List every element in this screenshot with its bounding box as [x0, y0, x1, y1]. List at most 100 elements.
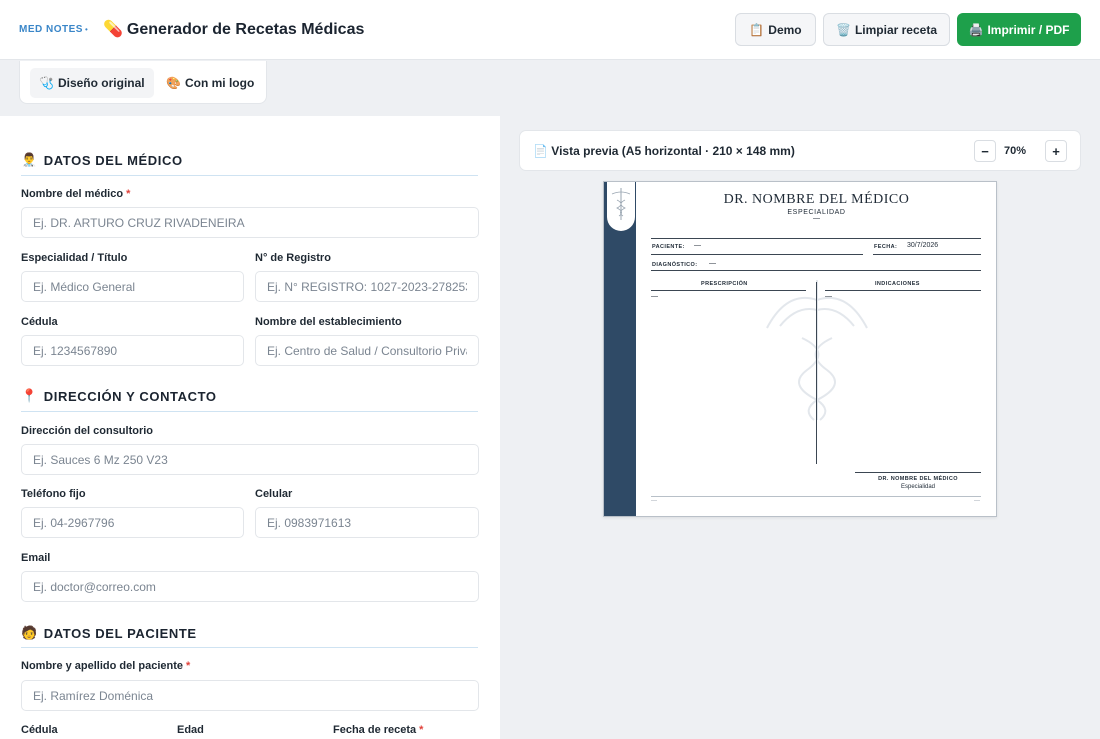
clipboard-icon: 📋: [749, 22, 765, 37]
establishment-label: Nombre del establecimiento: [255, 316, 402, 328]
caduceus-watermark-icon: [766, 280, 868, 421]
patient-name-label-text: Nombre y apellido del paciente: [21, 660, 183, 672]
sheet-header-dash: —: [813, 215, 820, 222]
sheet-prescription-label: PRESCRIPCIÓN: [701, 281, 748, 287]
patient-name-label: Nombre y apellido del paciente *: [21, 660, 190, 672]
required-marker: *: [419, 724, 424, 736]
doctor-section-label: DATOS DEL MÉDICO: [43, 152, 183, 168]
patient-section-title: 🧑 DATOS DEL PACIENTE: [21, 625, 197, 641]
doctor-name-label: Nombre del médico *: [21, 188, 130, 200]
palette-icon: 🎨: [166, 76, 181, 90]
sheet-side-band: [604, 182, 636, 516]
specialty-label: Especialidad / Título: [21, 252, 128, 264]
address-label: Dirección del consultorio: [21, 425, 154, 437]
address-input[interactable]: [21, 444, 479, 475]
id-card-label: Cédula: [21, 316, 58, 328]
zoom-level: 70%: [1004, 145, 1027, 157]
sheet-date-label: FECHA:: [874, 244, 898, 250]
specialty-input[interactable]: [21, 271, 244, 302]
sheet-column-divider: [816, 282, 817, 464]
sheet-signature-specialty: Especialidad: [900, 484, 936, 490]
caduceus-badge-icon: [611, 188, 631, 220]
email-input[interactable]: [21, 571, 479, 602]
tab-original-design[interactable]: 🩺 Diseño original: [30, 68, 154, 98]
demo-button[interactable]: 📋 Demo: [735, 13, 816, 46]
mobile-label: Celular: [255, 488, 293, 500]
brand-label: MED NOTES: [19, 24, 83, 35]
tab-logo-label: Con mi logo: [184, 76, 255, 90]
sheet-signature-rule: [855, 472, 981, 473]
zoom-out-button[interactable]: −: [974, 140, 996, 162]
doctor-name-label-text: Nombre del médico: [21, 188, 124, 200]
design-tabs: 🩺 Diseño original 🎨 Con mi logo: [19, 61, 267, 104]
sheet-diagnosis-label: DIAGNÓSTICO:: [652, 262, 698, 268]
address-section-label: DIRECCIÓN Y CONTACTO: [43, 388, 217, 404]
preview-title-text: Vista previa (A5 horizontal · 210 × 148 …: [551, 144, 795, 158]
app-title: 💊 Generador de Recetas Médicas: [103, 19, 364, 39]
sheet-header-rule: [651, 238, 981, 239]
sheet-prescription-value: —: [651, 293, 658, 300]
section-divider: [21, 411, 478, 412]
rx-date-label-text: Fecha de receta: [333, 724, 417, 736]
app-header: MED NOTES • 💊 Generador de Recetas Médica…: [0, 0, 1100, 60]
sheet-diagnosis-rule: [651, 270, 981, 271]
doctor-icon: 👨‍⚕️: [21, 152, 38, 167]
registry-input[interactable]: [255, 271, 479, 302]
pill-icon: 💊: [103, 21, 123, 38]
sheet-patient-value: —: [694, 242, 701, 249]
mobile-input[interactable]: [255, 507, 479, 538]
tab-original-label: Diseño original: [57, 76, 145, 90]
rx-date-label: Fecha de receta *: [333, 724, 423, 736]
establishment-input[interactable]: [255, 335, 479, 366]
sheet-patient-label: PACIENTE:: [652, 244, 685, 250]
sheet-date-value: 30/7/2026: [907, 242, 939, 249]
clear-recipe-button[interactable]: 🗑️ Limpiar receta: [823, 13, 950, 46]
brand-separator: •: [85, 25, 88, 34]
patient-section-label: DATOS DEL PACIENTE: [43, 625, 197, 641]
print-pdf-button[interactable]: 🖨️ Imprimir / PDF: [957, 13, 1081, 46]
preview-toolbar: 📄 Vista previa (A5 horizontal · 210 × 14…: [519, 130, 1081, 171]
sheet-footer-right: —: [974, 498, 980, 504]
sheet-logo-badge: [607, 182, 635, 231]
required-marker: *: [126, 188, 131, 200]
sheet-indications-rule: [825, 290, 981, 291]
patient-id-label: Cédula: [21, 724, 58, 736]
patient-icon: 🧑: [21, 625, 38, 640]
email-label: Email: [21, 552, 51, 564]
print-button-label: Imprimir / PDF: [987, 22, 1070, 37]
doctor-name-input[interactable]: [21, 207, 479, 238]
sheet-indications-label: INDICACIONES: [875, 281, 920, 287]
doctor-section-title: 👨‍⚕️ DATOS DEL MÉDICO: [21, 152, 183, 168]
clear-button-label: Limpiar receta: [854, 22, 937, 37]
map-pin-icon: 📍: [21, 388, 38, 403]
tab-with-logo[interactable]: 🎨 Con mi logo: [157, 68, 263, 98]
sheet-prescription-rule: [651, 290, 806, 291]
sheet-signature-name: DR. NOMBRE DEL MÉDICO: [878, 476, 958, 482]
sheet-diagnosis-value: —: [709, 260, 716, 267]
phone-input[interactable]: [21, 507, 244, 538]
zoom-in-button[interactable]: +: [1045, 140, 1067, 162]
sheet-indications-value: —: [825, 293, 832, 300]
age-label: Edad: [177, 724, 204, 736]
phone-label: Teléfono fijo: [21, 488, 86, 500]
document-icon: 📄: [533, 144, 548, 158]
id-card-input[interactable]: [21, 335, 244, 366]
sheet-footer-rule: [651, 496, 981, 497]
trash-icon: 🗑️: [836, 22, 851, 37]
address-section-title: 📍 DIRECCIÓN Y CONTACTO: [21, 388, 217, 404]
app-title-text: Generador de Recetas Médicas: [126, 21, 365, 38]
section-divider: [21, 647, 478, 648]
patient-name-input[interactable]: [21, 680, 479, 711]
sheet-footer-left: —: [651, 498, 657, 504]
section-divider: [21, 175, 478, 176]
form-panel: 👨‍⚕️ DATOS DEL MÉDICO Nombre del médico *…: [0, 116, 500, 739]
stethoscope-icon: 🩺: [39, 76, 54, 90]
prescription-preview: DR. NOMBRE DEL MÉDICO ESPECIALIDAD — PAC…: [603, 181, 997, 517]
preview-title: 📄 Vista previa (A5 horizontal · 210 × 14…: [533, 144, 795, 158]
required-marker: *: [186, 660, 191, 672]
sheet-doctor-name: DR. NOMBRE DEL MÉDICO: [723, 192, 910, 207]
sheet-patient-rule: [651, 254, 863, 255]
printer-icon: 🖨️: [968, 22, 984, 37]
registry-label: N° de Registro: [255, 252, 331, 264]
sheet-date-rule: [873, 254, 981, 255]
